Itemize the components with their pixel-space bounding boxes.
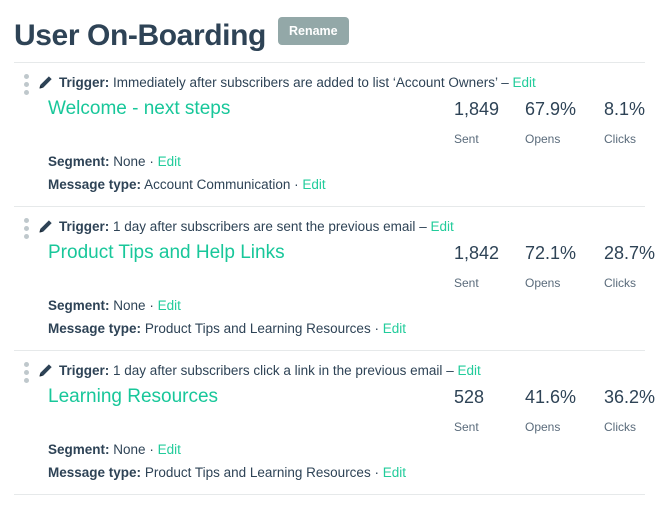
stat-sent: 528 Sent xyxy=(454,384,525,435)
stat-opens: 41.6% Opens xyxy=(525,384,604,435)
trigger-dash: – xyxy=(446,363,454,378)
trigger-text: Trigger: 1 day after subscribers click a… xyxy=(59,362,481,380)
campaign-workflow-page: User On-Boarding Rename Trigger: Immedia… xyxy=(0,0,659,528)
page-title: User On-Boarding xyxy=(14,19,266,52)
segment-edit-link[interactable]: Edit xyxy=(158,298,181,313)
stat-opens-label: Opens xyxy=(525,276,561,290)
stats-group: 1,842 Sent 72.1% Opens 28.7% Clicks xyxy=(454,240,655,291)
stat-sent-value: 1,849 xyxy=(454,99,500,119)
message-type-edit-link[interactable]: Edit xyxy=(383,321,406,336)
name-and-stats: Learning Resources 528 Sent 41.6% Opens … xyxy=(14,384,655,435)
segment-separator: · xyxy=(149,298,154,313)
stat-sent: 1,842 Sent xyxy=(454,240,525,291)
segment-value: None xyxy=(113,298,146,313)
campaign-meta: Segment: None · Edit Message type: Produ… xyxy=(14,294,645,340)
segment-label: Segment: xyxy=(48,298,110,313)
segment-separator: · xyxy=(149,154,154,169)
stat-clicks: 8.1% Clicks xyxy=(604,96,645,147)
stat-sent-label: Sent xyxy=(454,132,479,146)
message-type-label: Message type: xyxy=(48,177,142,192)
stat-clicks-value: 8.1% xyxy=(604,99,646,119)
name-and-stats: Welcome - next steps 1,849 Sent 67.9% Op… xyxy=(14,96,645,147)
stat-clicks-label: Clicks xyxy=(604,420,636,434)
stats-group: 1,849 Sent 67.9% Opens 8.1% Clicks xyxy=(454,96,645,147)
stat-sent-label: Sent xyxy=(454,276,479,290)
segment-line: Segment: None · Edit xyxy=(48,438,418,461)
pencil-icon[interactable] xyxy=(38,363,53,378)
message-type-line: Message type: Product Tips and Learning … xyxy=(48,317,418,340)
segment-line: Segment: None · Edit xyxy=(48,150,418,173)
trigger-description: 1 day after subscribers click a link in … xyxy=(113,363,443,378)
trigger-label: Trigger: xyxy=(59,363,110,378)
stat-clicks-value: 28.7% xyxy=(604,243,656,263)
campaign-row: Trigger: 1 day after subscribers click a… xyxy=(0,351,659,494)
message-type-value: Product Tips and Learning Resources xyxy=(144,321,371,336)
stat-opens-value: 72.1% xyxy=(525,243,577,263)
stat-opens-value: 67.9% xyxy=(525,99,577,119)
message-type-value: Account Communication xyxy=(144,177,291,192)
divider-row-3 xyxy=(14,494,645,495)
stats-group: 528 Sent 41.6% Opens 36.2% Clicks xyxy=(454,384,655,435)
trigger-edit-link[interactable]: Edit xyxy=(457,363,480,378)
campaign-meta: Segment: None · Edit Message type: Produ… xyxy=(14,438,645,484)
trigger-label: Trigger: xyxy=(59,219,110,234)
campaign-row: Trigger: 1 day after subscribers are sen… xyxy=(0,207,659,350)
trigger-description: 1 day after subscribers are sent the pre… xyxy=(113,219,416,234)
stat-clicks-label: Clicks xyxy=(604,132,636,146)
stat-clicks-value: 36.2% xyxy=(604,387,656,407)
trigger-dash: – xyxy=(501,75,509,90)
stat-sent-value: 1,842 xyxy=(454,243,500,263)
trigger-description: Immediately after subscribers are added … xyxy=(113,75,498,90)
segment-edit-link[interactable]: Edit xyxy=(158,154,181,169)
stat-opens-value: 41.6% xyxy=(525,387,577,407)
segment-separator: · xyxy=(149,442,154,457)
message-type-separator: · xyxy=(374,465,379,480)
campaign-name-link[interactable]: Product Tips and Help Links xyxy=(48,240,454,266)
segment-label: Segment: xyxy=(48,442,110,457)
trigger-text: Trigger: 1 day after subscribers are sen… xyxy=(59,218,454,236)
campaign-row: Trigger: Immediately after subscribers a… xyxy=(0,63,659,206)
trigger-line: Trigger: 1 day after subscribers click a… xyxy=(14,362,645,380)
trigger-dash: – xyxy=(419,219,427,234)
stat-opens-label: Opens xyxy=(525,132,561,146)
stat-opens: 72.1% Opens xyxy=(525,240,604,291)
rename-button[interactable]: Rename xyxy=(277,17,349,45)
stat-clicks: 28.7% Clicks xyxy=(604,240,655,291)
segment-label: Segment: xyxy=(48,154,110,169)
stat-clicks-label: Clicks xyxy=(604,276,636,290)
trigger-line: Trigger: 1 day after subscribers are sen… xyxy=(14,218,645,236)
trigger-text: Trigger: Immediately after subscribers a… xyxy=(59,74,536,92)
message-type-line: Message type: Product Tips and Learning … xyxy=(48,461,418,484)
campaign-name-link[interactable]: Welcome - next steps xyxy=(48,96,454,122)
segment-value: None xyxy=(113,442,146,457)
campaign-meta: Segment: None · Edit Message type: Accou… xyxy=(14,150,645,196)
trigger-edit-link[interactable]: Edit xyxy=(513,75,536,90)
name-and-stats: Product Tips and Help Links 1,842 Sent 7… xyxy=(14,240,655,291)
message-type-edit-link[interactable]: Edit xyxy=(302,177,325,192)
campaign-name-link[interactable]: Learning Resources xyxy=(48,384,454,410)
stat-sent-value: 528 xyxy=(454,387,485,407)
page-header: User On-Boarding Rename xyxy=(0,0,659,62)
message-type-value: Product Tips and Learning Resources xyxy=(144,465,371,480)
stat-sent: 1,849 Sent xyxy=(454,96,525,147)
trigger-label: Trigger: xyxy=(59,75,110,90)
message-type-line: Message type: Account Communication · Ed… xyxy=(48,173,418,196)
pencil-icon[interactable] xyxy=(38,219,53,234)
message-type-label: Message type: xyxy=(48,321,142,336)
pencil-icon[interactable] xyxy=(38,75,53,90)
message-type-separator: · xyxy=(374,321,379,336)
stat-clicks: 36.2% Clicks xyxy=(604,384,655,435)
trigger-edit-link[interactable]: Edit xyxy=(430,219,453,234)
message-type-edit-link[interactable]: Edit xyxy=(383,465,406,480)
stat-opens: 67.9% Opens xyxy=(525,96,604,147)
message-type-label: Message type: xyxy=(48,465,142,480)
message-type-separator: · xyxy=(294,177,299,192)
stat-opens-label: Opens xyxy=(525,420,561,434)
segment-line: Segment: None · Edit xyxy=(48,294,418,317)
trigger-line: Trigger: Immediately after subscribers a… xyxy=(14,74,645,92)
segment-value: None xyxy=(113,154,146,169)
segment-edit-link[interactable]: Edit xyxy=(158,442,181,457)
stat-sent-label: Sent xyxy=(454,420,479,434)
